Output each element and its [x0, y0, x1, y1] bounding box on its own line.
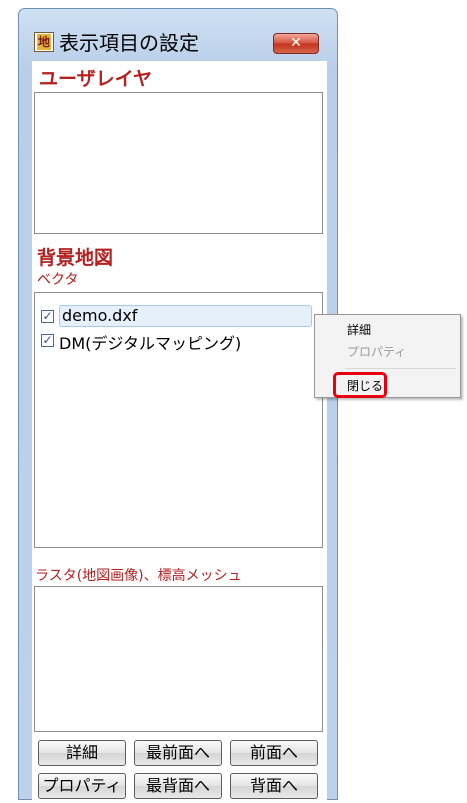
- list-item-demo-dxf[interactable]: ✓ demo.dxf: [39, 305, 319, 329]
- vector-label: ベクタ: [37, 272, 79, 288]
- close-button[interactable]: ✕: [273, 33, 319, 54]
- user-layer-heading: ユーザレイヤ: [39, 68, 153, 90]
- list-item-dm[interactable]: ✓ DM(デジタルマッピング): [39, 329, 319, 353]
- window-title: 表示項目の設定: [59, 31, 199, 55]
- list-item-label: DM(デジタルマッピング): [59, 334, 242, 353]
- settings-window: 地 表示項目の設定 ✕ ユーザレイヤ 背景地図 ベクタ ✓ demo.dxf ✓…: [18, 8, 338, 800]
- title-bar[interactable]: 地 表示項目の設定 ✕: [19, 9, 337, 61]
- send-to-back-button[interactable]: 最背面へ: [134, 773, 222, 799]
- bring-forward-button[interactable]: 前面へ: [230, 740, 318, 766]
- map-app-icon: 地: [34, 32, 54, 52]
- context-menu: 詳細 プロパティ 閉じる: [314, 314, 461, 398]
- user-layer-list[interactable]: [34, 92, 323, 234]
- raster-layer-list[interactable]: [34, 586, 323, 732]
- list-item-label: demo.dxf: [59, 305, 312, 327]
- vector-layer-list[interactable]: ✓ demo.dxf ✓ DM(デジタルマッピング): [34, 292, 323, 548]
- checkbox-demo-dxf[interactable]: ✓: [41, 310, 54, 323]
- dialog-body: ユーザレイヤ 背景地図 ベクタ ✓ demo.dxf ✓ DM(デジタルマッピン…: [32, 61, 327, 800]
- background-map-heading: 背景地図: [37, 247, 114, 269]
- close-highlight-box: [333, 372, 387, 398]
- detail-button[interactable]: 詳細: [38, 740, 126, 766]
- raster-label: ラスタ(地図画像)、標高メッシュ: [35, 568, 242, 584]
- send-backward-button[interactable]: 背面へ: [230, 773, 318, 799]
- context-menu-separator: [345, 368, 456, 369]
- context-menu-detail[interactable]: 詳細: [347, 321, 371, 338]
- properties-button[interactable]: プロパティ: [38, 773, 126, 799]
- context-menu-properties[interactable]: プロパティ: [347, 343, 406, 360]
- close-icon: ✕: [290, 35, 302, 51]
- bring-to-front-button[interactable]: 最前面へ: [134, 740, 222, 766]
- checkbox-dm[interactable]: ✓: [41, 334, 54, 347]
